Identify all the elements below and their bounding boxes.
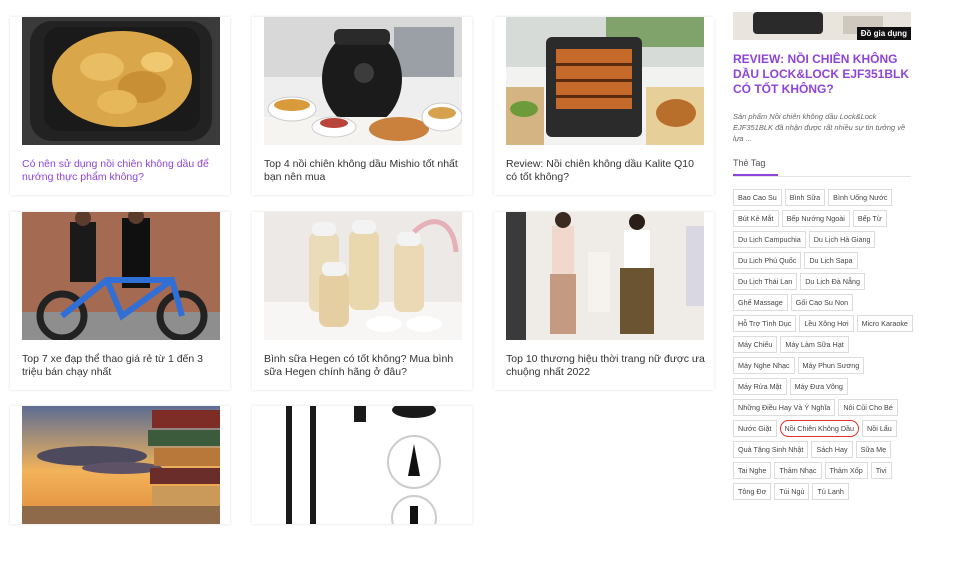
divider: [733, 176, 911, 177]
tag-link[interactable]: Bình Sữa: [784, 189, 826, 206]
tag-link[interactable]: Nước Giặt: [733, 420, 777, 437]
post-title[interactable]: Top 7 xe đạp thể thao giá rẻ từ 1 đến 3 …: [22, 353, 222, 379]
sidebar: Đồ gia dụng REVIEW: NỒI CHIÊN KHÔNG DẦU …: [733, 12, 913, 500]
tag-link[interactable]: Du Lịch Thái Lan: [733, 273, 798, 290]
tag-link[interactable]: Bếp Từ: [852, 210, 887, 227]
post-card-2[interactable]: Top 4 nồi chiên không dầu Mishio tốt nhấ…: [252, 17, 472, 195]
post-thumbnail[interactable]: [264, 406, 462, 524]
tag-link[interactable]: Túi Ngủ: [774, 483, 810, 500]
category-badge[interactable]: Đồ gia dụng: [856, 27, 911, 40]
post-card-3[interactable]: Review: Nồi chiên không dầu Kalite Q10 c…: [494, 17, 714, 195]
tag-link[interactable]: Sách Hay: [811, 441, 853, 458]
post-title[interactable]: Bình sữa Hegen có tốt không? Mua bình sữ…: [264, 353, 464, 379]
post-thumbnail[interactable]: [506, 212, 704, 340]
tag-link[interactable]: Tông Đơ: [733, 483, 772, 500]
tag-link[interactable]: Nồi Chiên Không Dầu: [779, 420, 860, 437]
tag-link[interactable]: Bao Cao Su: [733, 189, 782, 206]
post-card-5[interactable]: Bình sữa Hegen có tốt không? Mua bình sữ…: [252, 212, 472, 390]
post-card-7[interactable]: [10, 406, 230, 524]
tag-link[interactable]: Tủ Lạnh: [812, 483, 849, 500]
tag-link[interactable]: Ghế Massage: [733, 294, 788, 311]
post-card-6[interactable]: Top 10 thương hiệu thời trang nữ được ưa…: [494, 212, 714, 390]
post-card-8[interactable]: [252, 406, 472, 524]
post-thumbnail[interactable]: [264, 17, 462, 145]
featured-post-image[interactable]: Đồ gia dụng: [733, 12, 911, 40]
tag-link[interactable]: Du Lịch Campuchia: [733, 231, 806, 248]
tag-link[interactable]: Du Lịch Hà Giang: [808, 231, 876, 248]
post-thumbnail[interactable]: [264, 212, 462, 340]
tag-link[interactable]: Tivi: [870, 462, 892, 479]
tag-link[interactable]: Du Lịch Phú Quốc: [733, 252, 802, 269]
tag-link[interactable]: Nôi Cũi Cho Bé: [838, 399, 898, 416]
tag-cloud: Bao Cao Su Bình Sữa Bình Uống Nước Bút Kẻ M…: [733, 189, 913, 500]
tag-link[interactable]: Máy Chiếu: [733, 336, 778, 353]
tag-link[interactable]: Máy Nghe Nhạc: [733, 357, 795, 374]
tag-link[interactable]: Máy Làm Sữa Hạt: [780, 336, 849, 353]
post-thumbnail[interactable]: [22, 212, 220, 340]
tag-link[interactable]: Lều Xông Hơi: [799, 315, 854, 332]
tag-link[interactable]: Nồi Lẩu: [862, 420, 897, 437]
post-title[interactable]: Top 4 nồi chiên không dầu Mishio tốt nhấ…: [264, 158, 464, 184]
tag-link[interactable]: Quà Tặng Sinh Nhật: [733, 441, 809, 458]
tag-link[interactable]: Máy Rửa Mặt: [733, 378, 787, 395]
tag-link[interactable]: Du Lịch Đà Nẵng: [800, 273, 865, 290]
tag-link[interactable]: Tai Nghe: [733, 462, 772, 479]
post-card-4[interactable]: Top 7 xe đạp thể thao giá rẻ từ 1 đến 3 …: [10, 212, 230, 390]
post-thumbnail[interactable]: [506, 17, 704, 145]
tag-link[interactable]: Bình Uống Nước: [828, 189, 893, 206]
tag-link[interactable]: Thảm Nhạc: [774, 462, 822, 479]
tag-link[interactable]: Máy Phun Sương: [797, 357, 865, 374]
tag-link[interactable]: Sữa Mẹ: [855, 441, 892, 458]
post-title[interactable]: Có nên sử dụng nồi chiên không dầu để nư…: [22, 158, 222, 184]
tag-link[interactable]: Máy Đưa Võng: [789, 378, 848, 395]
tag-link[interactable]: Bút Kẻ Mắt: [733, 210, 779, 227]
tag-link[interactable]: Những Điều Hay Và Ý Nghĩa: [733, 399, 836, 416]
tag-link[interactable]: Du Lịch Sapa: [804, 252, 858, 269]
tag-link[interactable]: Thảm Xốp: [824, 462, 868, 479]
tag-link[interactable]: Hỗ Trợ Tình Dục: [733, 315, 797, 332]
featured-post-title[interactable]: REVIEW: NỒI CHIÊN KHÔNG DẦU LOCK&LOCK EJ…: [733, 52, 911, 97]
post-thumbnail[interactable]: [22, 17, 220, 145]
tag-link[interactable]: Gối Cao Su Non: [790, 294, 854, 311]
featured-post-excerpt: Sản phẩm Nồi chiên không dầu Lock&Lock E…: [733, 112, 906, 143]
post-title[interactable]: Review: Nồi chiên không dầu Kalite Q10 c…: [506, 158, 706, 184]
post-thumbnail[interactable]: [22, 406, 220, 524]
post-card-1[interactable]: Có nên sử dụng nồi chiên không dầu để nư…: [10, 17, 230, 195]
tag-section-heading: Thẻ Tag: [733, 158, 911, 176]
tag-link[interactable]: Bếp Nướng Ngoài: [781, 210, 850, 227]
post-title[interactable]: Top 10 thương hiệu thời trang nữ được ưa…: [506, 353, 706, 379]
tag-link[interactable]: Micro Karaoke: [856, 315, 913, 332]
